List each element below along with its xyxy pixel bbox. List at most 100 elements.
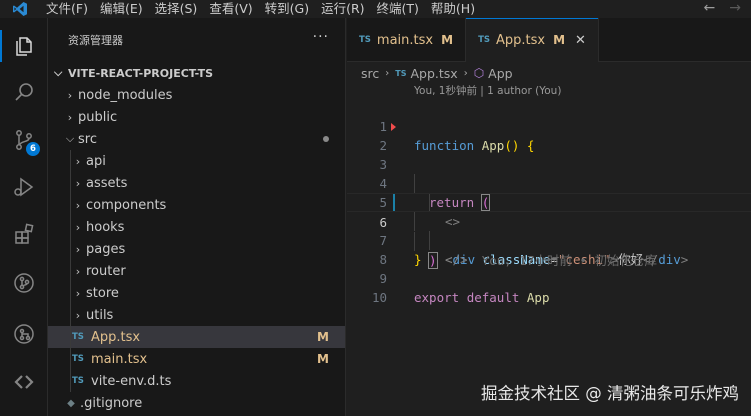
chevron-right-icon: › xyxy=(75,264,81,278)
tree-folder-node-modules[interactable]: › node_modules xyxy=(48,84,345,106)
code-line-6: 6 ) You, 17小时前 • 初始化仓库 xyxy=(347,193,751,269)
tree-item-label: router xyxy=(86,263,126,279)
modified-badge: M xyxy=(317,352,329,366)
modified-badge: M xyxy=(553,33,566,47)
tree-file-app-tsx[interactable]: TS App.tsx M xyxy=(48,326,345,348)
remote-explorer-icon[interactable] xyxy=(0,314,48,354)
modified-badge: M xyxy=(317,330,329,344)
chevron-right-icon: › xyxy=(75,176,81,190)
code-line-9: 9 export default App xyxy=(347,250,751,305)
chevron-right-icon: › xyxy=(75,286,81,300)
tab-main-tsx[interactable]: TS main.tsx M xyxy=(347,18,467,62)
tree-item-label: assets xyxy=(86,175,128,191)
vscode-logo-icon xyxy=(0,0,40,18)
deleted-lines-marker xyxy=(391,123,396,131)
typescript-file-icon: TS xyxy=(478,35,490,45)
chevron-right-icon: › xyxy=(75,242,81,256)
source-control-icon[interactable]: 6 xyxy=(0,120,48,160)
indent-guide xyxy=(70,260,71,282)
typescript-file-icon: TS xyxy=(359,35,371,45)
indent-guide xyxy=(70,172,71,194)
typescript-file-icon: TS xyxy=(395,68,407,78)
search-icon[interactable] xyxy=(0,73,48,113)
menu-help[interactable]: 帮助(H) xyxy=(425,0,481,18)
indent-guide xyxy=(70,348,71,370)
chevron-right-icon: › xyxy=(75,198,81,212)
tree-file-gitignore[interactable]: ◆ .gitignore xyxy=(48,392,345,414)
tab-label: main.tsx xyxy=(376,32,434,48)
explorer-header: 资源管理器 ··· xyxy=(48,18,345,62)
tree-item-label: pages xyxy=(86,241,126,257)
indent-guide xyxy=(70,370,71,392)
code-line-8: 8 xyxy=(347,231,751,267)
chevron-right-icon: › xyxy=(463,67,468,79)
modified-badge: M xyxy=(441,33,454,47)
extensions-icon[interactable] xyxy=(0,214,48,254)
code-editor[interactable]: 1 function App() { 2 return ( 3 <> 4 <di… xyxy=(347,98,751,305)
chevron-down-icon: ⌵ xyxy=(54,66,63,79)
tree-folder-src[interactable]: ⌵ src xyxy=(48,128,345,150)
code-line-7: 7 } xyxy=(347,212,751,267)
code-line-10: 10 xyxy=(347,269,751,305)
breadcrumb-folder[interactable]: src xyxy=(361,66,379,81)
tab-app-tsx[interactable]: TS App.tsx M ✕ xyxy=(466,18,599,62)
tree-folder-router[interactable]: › router xyxy=(48,260,345,282)
tree-item-label: api xyxy=(86,153,106,169)
activity-bar: 6 xyxy=(0,18,48,416)
explorer-icon[interactable] xyxy=(0,26,48,66)
forward-arrow-icon[interactable]: → xyxy=(729,0,741,16)
menu-terminal[interactable]: 终端(T) xyxy=(371,0,425,18)
menu-run[interactable]: 运行(R) xyxy=(315,0,370,18)
tree-item-label: hooks xyxy=(86,219,125,235)
menu-selection[interactable]: 选择(S) xyxy=(149,0,204,18)
tree-item-label: App.tsx xyxy=(91,329,141,345)
git-graph-icon[interactable] xyxy=(0,263,48,303)
back-arrow-icon[interactable]: ← xyxy=(704,0,716,16)
tree-folder-hooks[interactable]: › hooks xyxy=(48,216,345,238)
tree-folder-public[interactable]: › public xyxy=(48,106,345,128)
tab-label: App.tsx xyxy=(495,32,546,48)
typescript-file-icon: TS xyxy=(72,376,84,386)
close-icon[interactable]: ✕ xyxy=(575,33,586,48)
symbol-cube-icon: ⬡ xyxy=(473,66,485,80)
menu-file[interactable]: 文件(F) xyxy=(40,0,94,18)
editor-area: TS main.tsx M TS App.tsx M ✕ src › TS Ap… xyxy=(347,18,751,416)
project-name: VITE-REACT-PROJECT-TS xyxy=(68,66,214,80)
modified-dot-icon xyxy=(323,136,329,142)
tree-item-label: main.tsx xyxy=(91,351,148,367)
tree-item-label: utils xyxy=(86,307,114,323)
code-line-5: 5 </> xyxy=(347,174,751,267)
more-actions-icon[interactable]: ··· xyxy=(313,30,329,44)
code-line-3: 3 <> xyxy=(347,136,751,229)
menu-bar: 文件(F) 编辑(E) 选择(S) 查看(V) 转到(G) 运行(R) 终端(T… xyxy=(0,0,751,18)
menu-view[interactable]: 查看(V) xyxy=(203,0,258,18)
run-debug-icon[interactable] xyxy=(0,167,48,207)
menu-go[interactable]: 转到(G) xyxy=(259,0,315,18)
explorer-sidebar: 资源管理器 ··· ⌵ VITE-REACT-PROJECT-TS › node… xyxy=(48,18,346,416)
tree-folder-api[interactable]: › api xyxy=(48,150,345,172)
tree-file-vite-env[interactable]: TS vite-env.d.ts xyxy=(48,370,345,392)
tree-file-main-tsx[interactable]: TS main.tsx M xyxy=(48,348,345,370)
chevron-right-icon: › xyxy=(67,88,73,102)
tree-folder-pages[interactable]: › pages xyxy=(48,238,345,260)
indent-guide xyxy=(70,326,71,348)
breadcrumb-file[interactable]: App.tsx xyxy=(410,66,457,81)
tree-item-label: src xyxy=(78,131,97,147)
project-section[interactable]: ⌵ VITE-REACT-PROJECT-TS xyxy=(48,62,345,84)
typescript-file-icon: TS xyxy=(72,354,84,364)
tree-item-label: node_modules xyxy=(78,87,173,103)
breadcrumb-symbol[interactable]: App xyxy=(488,66,512,81)
explorer-title: 资源管理器 xyxy=(68,34,123,47)
tree-folder-assets[interactable]: › assets xyxy=(48,172,345,194)
line-number: 10 xyxy=(371,290,387,305)
chevron-right-icon: › xyxy=(67,110,73,124)
tree-folder-store[interactable]: › store xyxy=(48,282,345,304)
menu-edit[interactable]: 编辑(E) xyxy=(94,0,149,18)
navigation-arrows: ← → xyxy=(704,0,741,16)
tree-folder-components[interactable]: › components xyxy=(48,194,345,216)
live-share-icon[interactable] xyxy=(0,362,48,402)
code-line-4: 4 <div className="ceshi">你好</div> xyxy=(347,155,751,267)
codelens-blame[interactable]: You, 1秒钟前 | 1 author (You) xyxy=(347,84,751,98)
tree-folder-utils[interactable]: › utils xyxy=(48,304,345,326)
indent-guide xyxy=(70,216,71,238)
